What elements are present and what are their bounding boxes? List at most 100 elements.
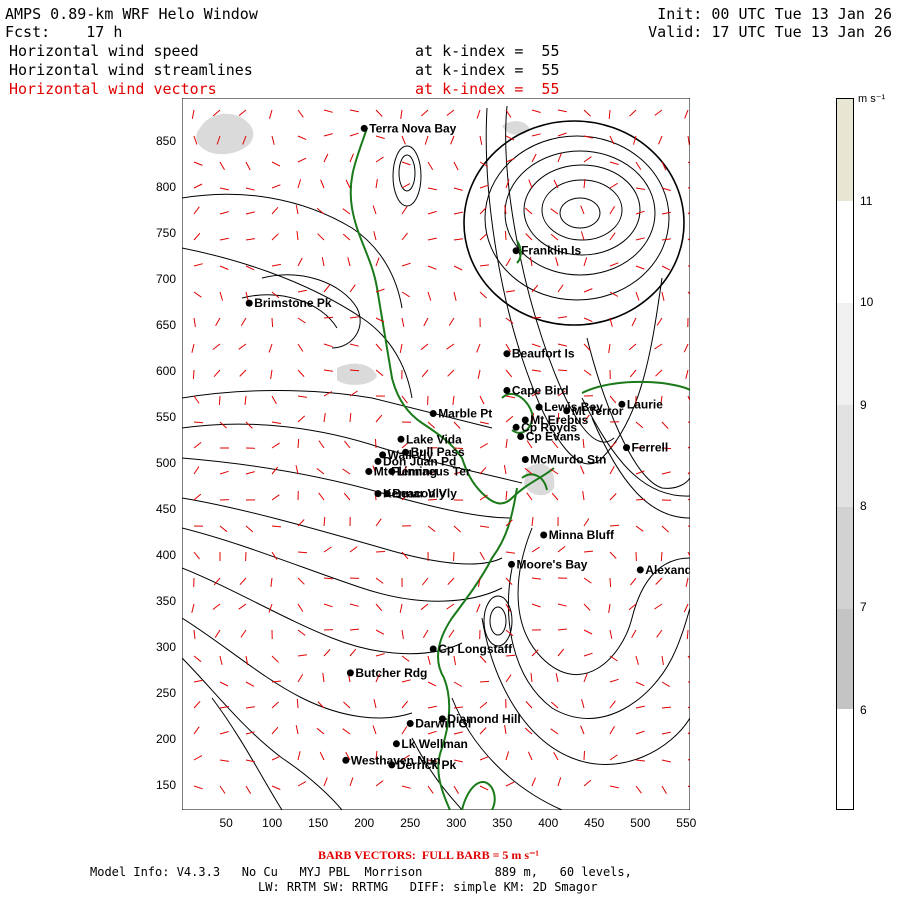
model-physics: LW: RRTM SW: RRTMG DIFF: simple KM: 2D S… xyxy=(258,880,598,894)
site-label: Lake Vida xyxy=(406,432,462,446)
wind-barb xyxy=(660,551,663,562)
valid-time: Valid: 17 UTC Tue 13 Jan 26 xyxy=(648,23,892,41)
wind-barb xyxy=(193,421,204,424)
colorbar-segment xyxy=(837,405,853,507)
site-marker xyxy=(388,468,396,475)
site-marker xyxy=(540,531,548,539)
site-label: Cp Longstaff xyxy=(438,642,513,656)
wind-barb xyxy=(192,369,195,380)
site-marker xyxy=(374,490,382,498)
model-title: AMPS 0.89-km WRF Helo Window xyxy=(5,5,258,23)
site-label: Franklin Is xyxy=(521,244,581,258)
x-tick-label: 500 xyxy=(630,816,651,830)
site-marker xyxy=(383,490,391,498)
wind-barb xyxy=(297,438,300,449)
wind-barb xyxy=(479,680,490,683)
field-label-speed: Horizontal wind speed xyxy=(9,42,199,60)
wind-map: Terra Nova Bay Franklin Is Brimstone Pk Bea… xyxy=(182,98,690,810)
colorbar-unit: m s⁻¹ xyxy=(858,93,886,105)
site-label: Brimstone Pk xyxy=(254,296,332,310)
colorbar-tick-label: 7 xyxy=(860,600,867,614)
field-label-streamlines: Horizontal wind streamlines xyxy=(9,61,253,79)
x-tick-label: 250 xyxy=(400,816,421,830)
site-label: Cp Evans xyxy=(526,430,581,444)
site-marker xyxy=(512,423,520,431)
forecast-hour: Fcst: 17 h xyxy=(5,23,123,41)
y-tick-label: 250 xyxy=(155,686,176,701)
site-label: Alexander xyxy=(645,563,690,577)
wind-barb xyxy=(609,577,612,588)
site-label: Beaufort Is xyxy=(512,347,575,361)
site-marker xyxy=(512,247,520,255)
field-level-speed: at k-index = 55 xyxy=(415,42,560,60)
colorbar-segment xyxy=(837,507,853,609)
site-label: Laurie xyxy=(627,397,663,411)
site-marker xyxy=(521,456,529,463)
site-label: Lk Wellman xyxy=(401,737,467,751)
init-time: Init: 00 UTC Tue 13 Jan 26 xyxy=(657,5,892,23)
site-label: Cape Bird xyxy=(512,384,569,398)
colorbar-segment xyxy=(837,709,853,809)
site-label: Mt Erebus xyxy=(530,413,588,427)
site-label: Moore's Bay xyxy=(517,557,588,571)
field-label-vectors: Horizontal wind vectors xyxy=(9,80,217,98)
site-marker xyxy=(521,416,529,424)
wind-barb xyxy=(453,551,455,562)
wind-barb xyxy=(296,698,299,709)
colorbar-tick-label: 8 xyxy=(860,499,867,513)
y-tick-label: 550 xyxy=(155,410,176,425)
wind-barb xyxy=(271,317,274,328)
site-label: Minna Bluff xyxy=(549,528,615,542)
x-tick-label: 300 xyxy=(446,816,467,830)
colorbar-segment xyxy=(837,609,853,709)
wind-barb xyxy=(583,750,585,761)
y-tick-label: 800 xyxy=(155,180,176,195)
colorbar-tick-label: 10 xyxy=(860,295,874,309)
site-marker xyxy=(406,720,414,727)
site-label: Ferrell xyxy=(632,441,669,455)
site-marker xyxy=(360,124,368,132)
site-marker xyxy=(636,566,644,574)
y-tick-label: 150 xyxy=(155,778,176,793)
site-marker xyxy=(342,756,350,764)
y-tick-label: 200 xyxy=(155,732,176,747)
site-label: Derrick Pk xyxy=(397,758,457,772)
x-tick-label: 350 xyxy=(492,816,513,830)
colorbar-segment xyxy=(837,303,853,405)
x-tick-label: 50 xyxy=(219,816,233,830)
y-tick-label: 600 xyxy=(155,364,176,379)
colorbar-tick-label: 11 xyxy=(860,194,873,208)
site-marker xyxy=(388,761,396,769)
site-label: Beacon Vly xyxy=(392,487,457,501)
y-tick-label: 400 xyxy=(155,548,176,563)
site-label: Linnaeus Ter xyxy=(397,465,471,479)
wind-barb xyxy=(375,438,377,449)
site-marker xyxy=(392,740,400,748)
x-tick-label: 450 xyxy=(584,816,605,830)
x-tick-label: 400 xyxy=(538,816,559,830)
site-marker xyxy=(508,560,515,568)
x-tick-label: 550 xyxy=(676,816,697,830)
wind-barb xyxy=(218,395,221,406)
colorbar-tick-label: 9 xyxy=(860,398,867,412)
site-marker xyxy=(429,645,437,653)
wind-barb xyxy=(504,230,507,241)
field-level-vectors: at k-index = 55 xyxy=(415,80,560,98)
x-tick-label: 200 xyxy=(354,816,375,830)
site-label: Terra Nova Bay xyxy=(369,121,456,135)
site-label: Butcher Rdg xyxy=(355,666,427,680)
y-tick-label: 650 xyxy=(155,318,176,333)
model-info: Model Info: V4.3.3 No Cu MYJ PBL Morriso… xyxy=(90,865,632,879)
site-label: Diamond Hill xyxy=(447,712,520,726)
barb-note: BARB VECTORS: FULL BARB = 5 m s⁻¹ xyxy=(318,848,540,862)
y-tick-label: 300 xyxy=(155,640,176,655)
y-tick-label: 350 xyxy=(155,594,176,609)
y-tick-label: 450 xyxy=(155,502,176,517)
site-marker xyxy=(346,669,354,677)
colorbar-segment xyxy=(837,99,853,201)
wind-barb xyxy=(531,316,542,319)
site-marker xyxy=(397,435,405,443)
wind-barb xyxy=(686,629,689,640)
y-tick-label: 700 xyxy=(155,272,176,287)
site-marker xyxy=(429,410,437,417)
